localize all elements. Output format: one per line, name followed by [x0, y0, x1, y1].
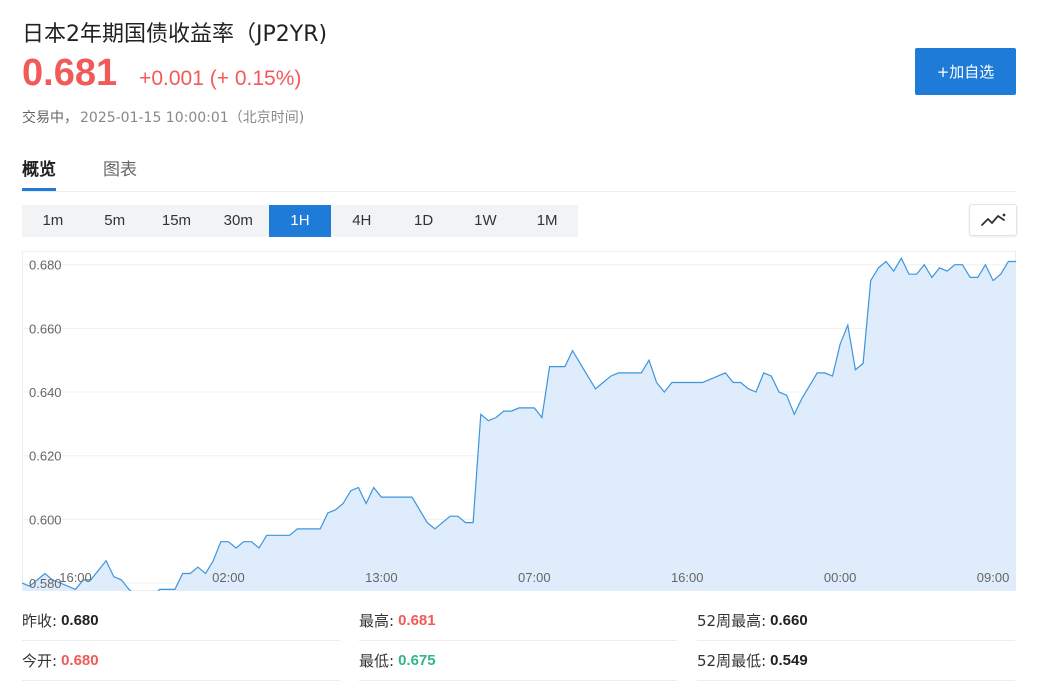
yield-chart: 0.580 0.600 0.620 0.640 0.660 0.680 16:00 02:00…: [22, 251, 1016, 591]
add-watchlist-button[interactable]: +加自选: [915, 48, 1016, 95]
stat-value: 0.675: [398, 651, 436, 669]
tab-chart[interactable]: 图表: [103, 155, 137, 188]
period-30m[interactable]: 30m: [207, 205, 269, 237]
page-title: 日本2年期国债收益率（JP2YR): [22, 22, 328, 47]
tab-bar: 概览 图表: [22, 155, 1016, 192]
stats-panel: 昨收: 0.680 今开: 0.680 最高: 0.681 最低: 0.675 …: [22, 600, 1016, 681]
stat-label: 今开:: [22, 651, 58, 670]
stat-value: 0.680: [61, 651, 99, 669]
stat-label: 最低:: [359, 651, 395, 670]
stat-value: 0.660: [770, 611, 808, 629]
x-tick-label: 02:00: [212, 570, 245, 585]
stat-low: 最低: 0.675: [359, 640, 677, 681]
period-5m[interactable]: 5m: [84, 205, 146, 237]
period-15m[interactable]: 15m: [146, 205, 208, 237]
current-price: 0.681: [22, 52, 118, 94]
x-tick-label: 09:00: [977, 570, 1010, 585]
x-tick-label: 13:00: [365, 570, 398, 585]
period-1d[interactable]: 1D: [393, 205, 455, 237]
y-tick-label: 0.680: [29, 258, 62, 273]
x-tick-label: 16:00: [59, 570, 92, 585]
stat-high: 最高: 0.681: [359, 600, 677, 641]
y-tick-label: 0.660: [29, 321, 62, 336]
period-1mo[interactable]: 1M: [516, 205, 578, 237]
y-tick-label: 0.640: [29, 385, 62, 400]
stat-open: 今开: 0.680: [22, 640, 340, 681]
stat-value: 0.680: [61, 611, 99, 629]
tab-overview[interactable]: 概览: [22, 155, 56, 191]
stat-52w-high: 52周最高: 0.660: [697, 600, 1015, 641]
y-tick-label: 0.600: [29, 512, 62, 527]
period-selector: 1m 5m 15m 30m 1H 4H 1D 1W 1M: [22, 205, 578, 237]
x-tick-label: 16:00: [671, 570, 704, 585]
period-1m[interactable]: 1m: [22, 205, 84, 237]
stat-52w-low: 52周最低: 0.549: [697, 640, 1015, 681]
status-text: 交易中，: [22, 110, 78, 126]
stat-value: 0.681: [398, 611, 436, 629]
stat-prev-close: 昨收: 0.680: [22, 600, 340, 641]
stat-label: 52周最低:: [697, 651, 767, 670]
price-change: +0.001 (+ 0.15%): [139, 67, 302, 90]
period-4h[interactable]: 4H: [331, 205, 393, 237]
period-1h[interactable]: 1H: [269, 205, 331, 237]
stat-label: 52周最高:: [697, 611, 767, 630]
trading-status: 交易中， 2025-01-15 10:00:01（北京时间): [22, 107, 304, 127]
price-row: 0.681 +0.001 (+ 0.15%): [22, 52, 301, 95]
x-tick-label: 00:00: [824, 570, 857, 585]
period-1w[interactable]: 1W: [454, 205, 516, 237]
y-tick-label: 0.620: [29, 449, 62, 464]
x-tick-label: 07:00: [518, 570, 551, 585]
y-tick-label: 0.580: [29, 576, 62, 591]
stat-label: 昨收:: [22, 611, 58, 630]
chart-type-button[interactable]: [969, 204, 1017, 236]
stat-value: 0.549: [770, 651, 808, 669]
timestamp: 2025-01-15 10:00:01（北京时间): [80, 110, 305, 126]
stat-label: 最高:: [359, 611, 395, 630]
line-chart-icon: [981, 213, 1006, 226]
